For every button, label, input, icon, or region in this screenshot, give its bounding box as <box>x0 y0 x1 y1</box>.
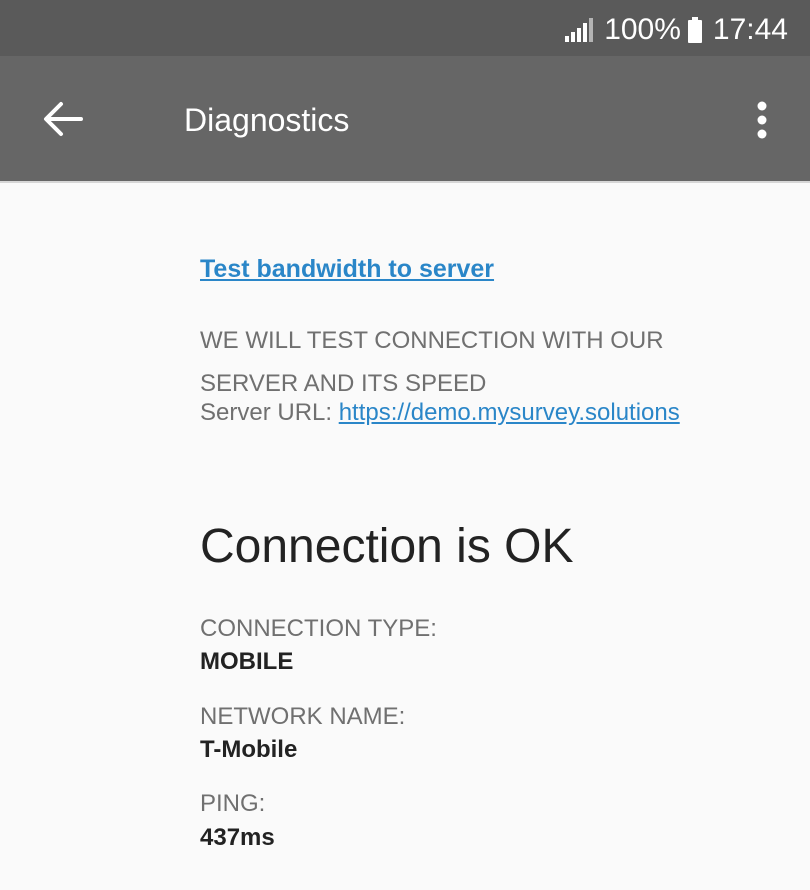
app-bar: Diagnostics <box>0 56 810 181</box>
status-indicators: 100% 17:44 <box>564 8 788 52</box>
bandwidth-description: WE WILL TEST CONNECTION WITH OUR SERVER … <box>200 327 664 397</box>
network-name-label: NETWORK NAME: <box>200 703 406 730</box>
battery-icon <box>687 17 702 43</box>
clock: 17:44 <box>712 13 788 46</box>
connection-type-label: CONNECTION TYPE: <box>200 615 437 642</box>
app-bar-divider <box>0 181 810 183</box>
ping-value: 437ms <box>200 824 275 851</box>
back-arrow-icon <box>44 102 83 136</box>
signal-icon <box>565 18 594 42</box>
page-title: Diagnostics <box>184 102 350 138</box>
status-bar: 100% 17:44 <box>0 0 810 56</box>
more-vert-icon <box>757 101 767 139</box>
battery-percent: 100% <box>604 13 681 46</box>
connection-type-value: MOBILE <box>200 648 294 675</box>
server-url-link[interactable]: https://demo.mysurvey.solutions <box>339 399 680 426</box>
ping-label: PING: <box>200 790 266 817</box>
test-bandwidth-link[interactable]: Test bandwidth to server <box>200 255 494 284</box>
back-button[interactable] <box>34 90 92 148</box>
connection-status-heading: Connection is OK <box>200 520 574 573</box>
more-options-button[interactable] <box>742 92 782 148</box>
server-url-label: Server URL: <box>200 399 339 426</box>
network-name-value: T-Mobile <box>200 736 298 763</box>
server-url-line: Server URL: https://demo.mysurvey.soluti… <box>200 399 680 427</box>
